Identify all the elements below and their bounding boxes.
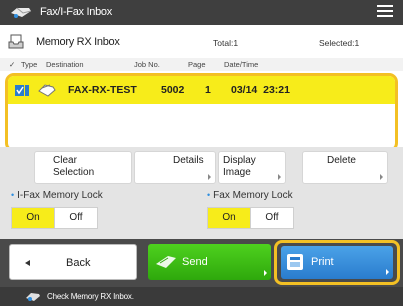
column-type: Type (21, 60, 38, 69)
selected-count: Selected:1 (319, 38, 360, 48)
send-label: Send (182, 256, 208, 268)
row-destination: FAX-RX-TEST (68, 84, 137, 96)
inbox-header: Memory RX Inbox Total:1 Selected:1 (0, 25, 403, 58)
memory-lock-area: • I-Fax Memory Lock On Off • Fax Memory Lo… (0, 187, 403, 239)
row-date-time: 03/14 23:21 (231, 84, 290, 96)
back-button[interactable]: Back (9, 244, 137, 280)
action-bar: Clear Selection Details Display Image De… (0, 147, 403, 187)
details-label: Details (173, 155, 204, 166)
bottom-bar: Back Send Print (0, 239, 403, 287)
print-focus-ring: Print (274, 240, 400, 285)
title-bar: Fax/I-Fax Inbox (0, 0, 403, 25)
print-more-icon (386, 269, 389, 275)
delete-label: Delete (327, 155, 356, 166)
display-image-arrow-icon (278, 174, 281, 180)
total-count: Total:1 (213, 38, 239, 48)
inbox-tray-icon (8, 34, 24, 49)
column-date-time: Date/Time (224, 60, 259, 69)
status-bar: Check Memory RX Inbox. (0, 287, 403, 306)
fax-lock-on-button[interactable]: On (208, 208, 250, 228)
display-image-label: Display Image (223, 155, 256, 178)
bullet-icon: • (207, 190, 211, 200)
delete-button[interactable]: Delete (302, 151, 388, 184)
details-arrow-icon (208, 174, 211, 180)
details-button[interactable]: Details (134, 151, 216, 184)
table-row[interactable]: FAX-RX-TEST 5002 1 03/14 23:21 (8, 76, 395, 104)
print-label: Print (311, 256, 334, 268)
fax-type-icon (38, 84, 56, 97)
bullet-icon: • (11, 190, 15, 200)
ifax-lock-on-button[interactable]: On (12, 208, 54, 228)
hamburger-menu-icon[interactable] (377, 5, 393, 19)
fax-status-icon (26, 293, 40, 301)
display-image-button[interactable]: Display Image (218, 151, 286, 184)
back-arrow-icon (25, 260, 30, 266)
window-title: Fax/I-Fax Inbox (40, 6, 112, 18)
job-list[interactable]: FAX-RX-TEST 5002 1 03/14 23:21 (5, 73, 398, 152)
print-button[interactable]: Print (281, 246, 393, 279)
print-icon (287, 254, 303, 270)
status-message: Check Memory RX Inbox. (47, 292, 134, 301)
send-more-icon (264, 270, 267, 276)
fax-icon (11, 7, 32, 18)
fax-memory-lock-toggle[interactable]: On Off (207, 207, 294, 229)
column-job-no: Job No. (134, 60, 160, 69)
clear-selection-label: Clear Selection (53, 155, 95, 178)
ifax-lock-off-button[interactable]: Off (55, 208, 97, 228)
clear-selection-button[interactable]: Clear Selection (34, 151, 132, 184)
inbox-name: Memory RX Inbox (36, 36, 120, 48)
row-page: 1 (205, 84, 211, 96)
selected-check-icon (15, 85, 29, 96)
delete-arrow-icon (380, 174, 383, 180)
column-header-row: ✓ Type Destination Job No. Page Date/Tim… (0, 58, 403, 71)
send-arrow-icon (156, 256, 176, 268)
back-label: Back (66, 257, 91, 269)
column-check: ✓ (9, 60, 16, 69)
fax-lock-off-button[interactable]: Off (251, 208, 293, 228)
column-destination: Destination (46, 60, 84, 69)
ifax-memory-lock-toggle[interactable]: On Off (11, 207, 98, 229)
send-button[interactable]: Send (148, 244, 271, 280)
fax-memory-lock-label: • Fax Memory Lock (207, 190, 293, 201)
row-job-no: 5002 (161, 84, 185, 96)
ifax-memory-lock-label: • I-Fax Memory Lock (11, 190, 103, 201)
column-page: Page (188, 60, 206, 69)
